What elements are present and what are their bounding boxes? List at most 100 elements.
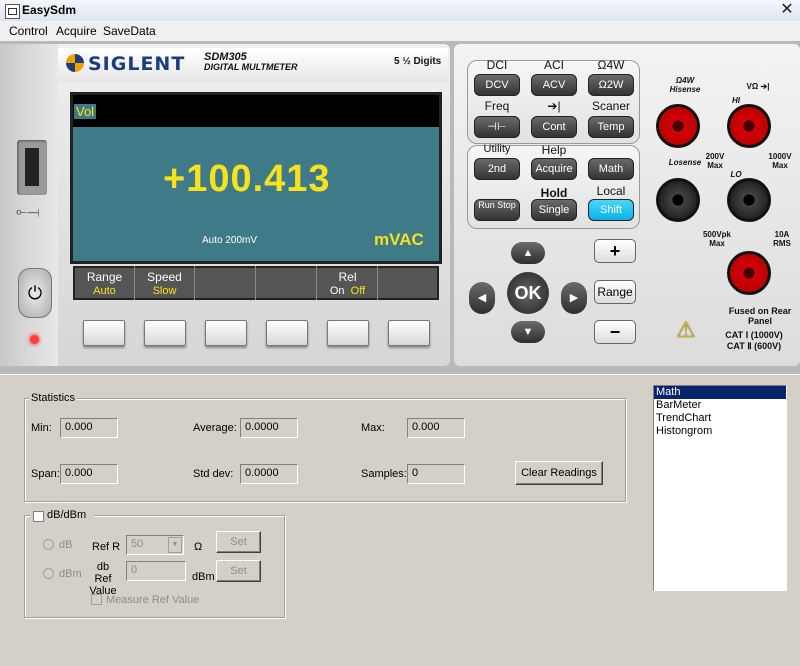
label-1000v-max: 1000V Max [768,152,792,170]
label-hold: Hold [540,186,568,200]
stddev-label: Std dev: [193,468,234,480]
run-stop-key[interactable]: Run Stop [474,199,520,221]
label-help: Help [541,143,567,157]
min-label: Min: [31,422,52,434]
ref-r-label: Ref R [92,541,121,553]
nav-down-button[interactable]: ▼ [511,321,545,343]
terminal-10a[interactable] [727,251,771,295]
range-button[interactable]: Range [594,280,636,304]
ref-r-select[interactable]: 50 ▼ [126,535,184,555]
average-label: Average: [193,422,237,434]
list-item-histongrom[interactable]: Histongrom [654,425,786,438]
db-ref-value-field[interactable]: 0 [126,561,186,581]
model-name: SDM305 DIGITAL MULTMETER [204,51,298,73]
list-item-math[interactable]: Math [654,386,786,399]
menu-control[interactable]: Control [9,24,48,38]
label-aci: ACI [543,58,564,72]
softkey-6 [379,266,439,300]
power-led-icon [30,335,39,344]
label-cat2: CAT Ⅱ (600V) [726,341,782,351]
model-number: SDM305 [204,51,247,63]
plus-button[interactable]: + [594,239,636,263]
continuity-key[interactable]: Cont [531,116,577,138]
ok-button[interactable]: OK [507,272,549,314]
app-icon [5,4,20,19]
chevron-down-icon[interactable]: ▼ [168,537,182,553]
softkey-button-4[interactable] [266,320,308,346]
span-field[interactable]: 0.000 [60,464,118,484]
terminal-hi[interactable] [727,104,771,148]
softkey-button-1[interactable] [83,320,125,346]
shift-key[interactable]: Shift [588,199,634,221]
label-10a-rms: 10A RMS [773,230,791,248]
label-freq: Freq [484,99,510,113]
softkey-4 [257,266,317,300]
view-listbox[interactable]: Math BarMeter TrendChart Histongrom [653,385,787,591]
set-db-ref-button[interactable]: Set [216,560,261,582]
acquire-key[interactable]: Acquire [531,158,577,180]
acv-key[interactable]: ACV [531,74,577,96]
dcv-key[interactable]: DCV [474,74,520,96]
ohm-label: Ω [194,541,203,553]
db-radio-label: dB [59,539,73,551]
nav-up-button[interactable]: ▲ [511,242,545,264]
softkey-button-5[interactable] [327,320,369,346]
dbm-radio-label: dBm [59,568,82,580]
statistics-group [24,398,626,502]
dbm-radio[interactable] [43,568,54,579]
dbdbm-title: dB/dBm [47,509,87,521]
label-fused: Fused on Rear Panel [728,306,792,326]
display-function-label: Vol [74,104,97,119]
terminal-lo[interactable] [727,178,771,222]
temp-key[interactable]: Temp [588,116,634,138]
title-bar[interactable]: EasySdm ✕ [0,0,800,22]
terminal-losense[interactable] [656,178,700,222]
menu-bar: Control Acquire SaveData [0,21,800,41]
warning-icon: ⚠ [676,317,696,342]
label-cat1: CAT Ⅰ (1000V) [725,330,783,340]
softkey-button-3[interactable] [205,320,247,346]
menu-savedata[interactable]: SaveData [103,24,156,38]
stddev-field[interactable]: 0.0000 [240,464,298,484]
label-o4w: Ω4W [597,58,625,72]
label-500vpk-max: 500Vpk Max [702,230,732,248]
label-local: Local [596,184,626,198]
max-field[interactable]: 0.000 [407,418,465,438]
power-button[interactable]: ⏻ [18,268,52,318]
list-item-trendchart[interactable]: TrendChart [654,412,786,425]
minus-button[interactable]: − [594,320,636,344]
terminal-hisense[interactable] [656,104,700,148]
nav-right-button[interactable]: ▶ [561,282,587,314]
label-losense: Losense [668,158,702,167]
capacitance-key[interactable]: ⊣⊢ [474,116,520,138]
samples-field[interactable]: 0 [407,464,465,484]
label-200v-max: 200V Max [705,152,725,170]
menu-acquire[interactable]: Acquire [56,24,97,38]
math-key[interactable]: Math [588,158,634,180]
measurement-reading: +100.413 [163,158,331,200]
softkey-button-2[interactable] [144,320,186,346]
nav-left-button[interactable]: ◀ [469,282,495,314]
softkey-button-6[interactable] [388,320,430,346]
window-title: EasySdm [22,3,77,17]
clear-readings-button[interactable]: Clear Readings [515,461,603,485]
dbdbm-checkbox[interactable] [33,511,44,522]
close-button[interactable]: ✕ [778,2,796,18]
db-radio[interactable] [43,539,54,550]
statistics-title: Statistics [29,392,78,404]
siglent-logo-icon [66,54,84,72]
measure-ref-checkbox[interactable] [91,594,102,605]
o2w-key[interactable]: Ω2W [588,74,634,96]
average-field[interactable]: 0.0000 [240,418,298,438]
label-o4w-hisense: Ω4W Hisense [669,76,701,94]
model-description: DIGITAL MULTMETER [204,62,298,72]
label-dci: DCI [486,58,508,72]
single-key[interactable]: Single [531,199,577,221]
brand-logo: SIGLENT [88,53,186,75]
second-key[interactable]: 2nd [474,158,520,180]
list-item-barmeter[interactable]: BarMeter [654,399,786,412]
usb-port-icon [17,140,47,195]
min-field[interactable]: 0.000 [60,418,118,438]
softkey-3 [196,266,256,300]
set-ref-r-button[interactable]: Set [216,531,261,553]
